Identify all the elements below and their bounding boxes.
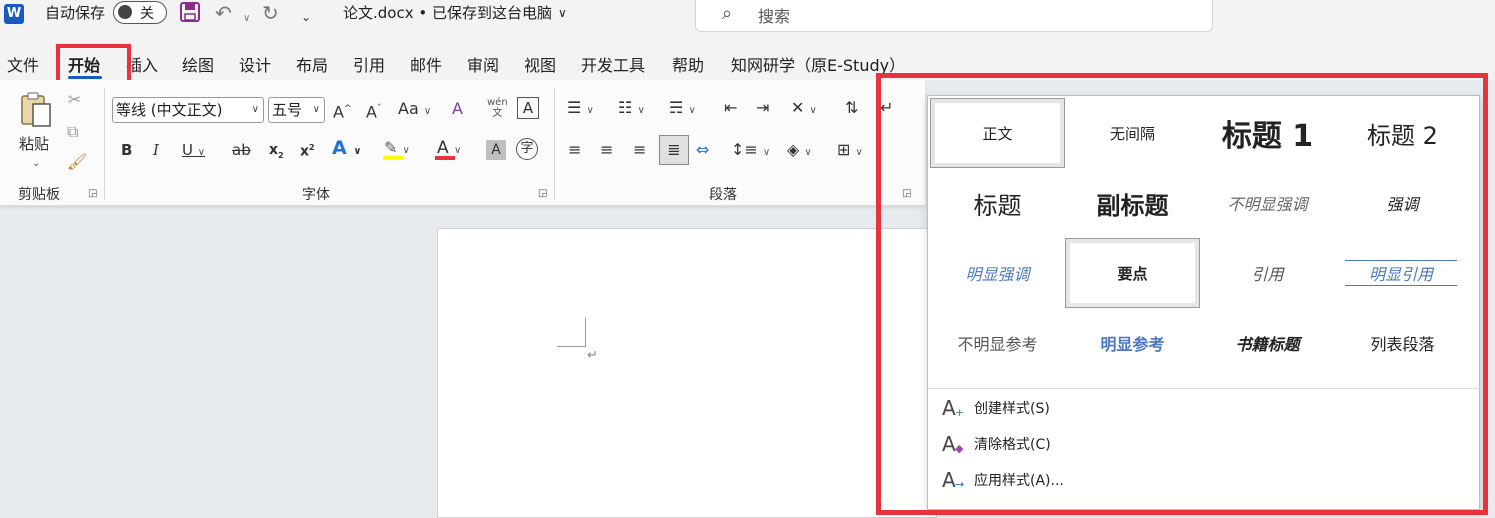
change-case-icon[interactable]: Aa ∨ — [398, 99, 431, 122]
tab-references[interactable]: 引用 — [353, 52, 385, 76]
multilevel-list-icon[interactable]: ☴ ∨ — [669, 98, 696, 121]
superscript-icon[interactable]: x2 — [300, 138, 315, 162]
copy-icon[interactable]: ⧉ — [67, 122, 78, 142]
redo-icon[interactable]: ↻ — [262, 2, 279, 24]
customize-toolbar-icon[interactable]: ⌄ — [301, 6, 311, 28]
word-icon[interactable]: W — [4, 4, 24, 24]
group-divider — [104, 88, 105, 200]
clipboard-launcher-icon[interactable]: ◲ — [88, 188, 97, 199]
tab-view[interactable]: 视图 — [524, 52, 556, 76]
font-launcher-icon[interactable]: ◲ — [538, 188, 547, 199]
shading-icon[interactable]: ◈ ∨ — [787, 140, 812, 163]
title-bar: W 自动保存 关 ↶ ∨ ↻ ⌄ 论文.docx • 已保存到这台电脑 ∨ ⌕ … — [0, 0, 1495, 44]
enclose-characters-icon[interactable]: 字 — [516, 138, 538, 160]
align-left-icon[interactable]: ≡ — [568, 140, 581, 160]
tab-review[interactable]: 审阅 — [467, 52, 499, 76]
chevron-down-icon[interactable]: ∨ — [252, 98, 259, 122]
sort-icon[interactable]: ⇅ — [845, 98, 858, 118]
crop-mark — [585, 318, 586, 346]
align-right-icon[interactable]: ≡ — [633, 140, 646, 160]
character-border-icon[interactable]: A — [517, 97, 539, 119]
align-center-icon[interactable]: ≡ — [600, 140, 613, 160]
paste-icon[interactable] — [20, 90, 52, 130]
search-icon: ⌕ — [722, 3, 733, 24]
save-icon[interactable] — [180, 2, 200, 26]
font-size-combo[interactable]: 五号 ∨ — [268, 97, 325, 123]
bullets-icon[interactable]: ☰ ∨ — [567, 98, 594, 121]
chinese-layout-icon[interactable]: ✕ ∨ — [791, 98, 817, 121]
numbering-icon[interactable]: ☷ ∨ — [618, 98, 645, 121]
paragraph-group-label: 段落 — [709, 187, 737, 203]
chevron-down-icon[interactable]: ∨ — [313, 98, 320, 122]
search-placeholder: 搜索 — [758, 7, 791, 26]
group-divider — [554, 88, 555, 200]
distributed-icon[interactable]: ⇔ — [696, 140, 709, 160]
document-page[interactable] — [437, 228, 937, 518]
font-size-value: 五号 — [272, 101, 303, 119]
autosave-state: 关 — [140, 6, 154, 22]
font-name-value: 等线 (中文正文) — [116, 101, 223, 119]
autosave-toggle[interactable]: 关 — [113, 1, 167, 24]
bold-icon[interactable]: B — [121, 140, 132, 160]
justify-icon[interactable]: ≣ — [659, 135, 689, 165]
font-color-bar — [435, 156, 455, 160]
paste-label[interactable]: 粘贴 — [19, 134, 49, 154]
clipboard-group-label: 剪贴板 — [18, 187, 60, 203]
font-group-label: 字体 — [302, 187, 330, 203]
grow-font-icon[interactable]: A^ — [333, 99, 352, 122]
highlight-color-bar — [383, 156, 403, 160]
format-painter-icon[interactable]: 🖌 — [67, 152, 87, 172]
ribbon-panel: 粘贴 ⌄ ✂ ⧉ 🖌 剪贴板 ◲ 等线 (中文正文) ∨ 五号 ∨ A^ Aˇ … — [0, 80, 925, 206]
tab-help[interactable]: 帮助 — [672, 52, 704, 76]
cut-icon[interactable]: ✂ — [68, 90, 81, 110]
paste-dropdown-icon[interactable]: ⌄ — [32, 154, 40, 174]
borders-icon[interactable]: ⊞ ∨ — [837, 140, 863, 163]
increase-indent-icon[interactable]: ⇥ — [756, 98, 769, 118]
shrink-font-icon[interactable]: Aˇ — [366, 99, 381, 122]
styles-gallery-highlight — [876, 73, 1488, 515]
autosave-label: 自动保存 — [45, 4, 106, 22]
tab-draw[interactable]: 绘图 — [182, 52, 214, 76]
line-spacing-icon[interactable]: ↕≡ ∨ — [731, 140, 770, 163]
crop-mark — [557, 346, 586, 347]
search-box[interactable]: ⌕ 搜索 — [695, 0, 1213, 32]
toggle-knob — [118, 5, 132, 19]
chevron-down-icon[interactable]: ∨ — [558, 4, 567, 22]
tab-mailings[interactable]: 邮件 — [410, 52, 442, 76]
font-name-combo[interactable]: 等线 (中文正文) ∨ — [112, 97, 264, 123]
tab-design[interactable]: 设计 — [239, 52, 271, 76]
undo-dropdown-icon[interactable]: ∨ — [243, 8, 250, 30]
italic-icon[interactable]: I — [153, 140, 159, 160]
tab-layout[interactable]: 布局 — [296, 52, 328, 76]
home-tab-highlight — [56, 44, 131, 85]
document-title[interactable]: 论文.docx • 已保存到这台电脑 — [343, 4, 552, 22]
phonetic-guide-icon[interactable]: wén 文 — [487, 97, 508, 119]
undo-icon[interactable]: ↶ — [215, 2, 232, 24]
tab-developer[interactable]: 开发工具 — [581, 52, 645, 76]
subscript-icon[interactable]: x2 — [269, 140, 284, 166]
paragraph-mark: ↵ — [587, 348, 598, 363]
strikethrough-icon[interactable]: ab — [232, 140, 251, 160]
clear-format-icon[interactable]: A — [452, 99, 463, 119]
tab-file[interactable]: 文件 — [7, 52, 39, 76]
text-effects-icon[interactable]: A ∨ — [332, 138, 361, 162]
decrease-indent-icon[interactable]: ⇤ — [724, 98, 737, 118]
underline-icon[interactable]: U ∨ — [182, 140, 205, 163]
character-shading-icon[interactable]: A — [486, 140, 506, 160]
